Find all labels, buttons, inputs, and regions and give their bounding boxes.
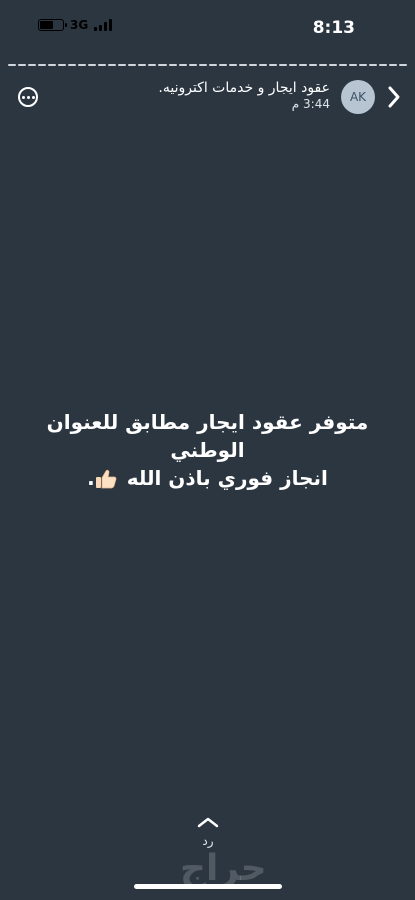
message-line-3-text: انجاز فوري باذن الله — [126, 466, 328, 490]
progress-segment — [208, 64, 217, 66]
progress-segment — [298, 64, 307, 66]
story-progress-bar — [8, 64, 408, 66]
progress-segment — [218, 64, 227, 66]
chevron-right-icon[interactable] — [385, 84, 403, 110]
progress-segment — [178, 64, 187, 66]
progress-segment — [38, 64, 47, 66]
progress-segment — [108, 64, 117, 66]
progress-segment — [228, 64, 237, 66]
progress-segment — [48, 64, 57, 66]
progress-segment — [349, 64, 358, 66]
progress-segment — [198, 64, 207, 66]
progress-segment — [248, 64, 257, 66]
progress-segment — [168, 64, 177, 66]
progress-segment — [379, 64, 388, 66]
status-time: 8:13 — [312, 18, 355, 38]
message-line-2: الوطني — [170, 438, 245, 462]
progress-segment — [148, 64, 157, 66]
progress-segment — [308, 64, 317, 66]
message-line-3-suffix: . — [87, 466, 95, 490]
story-message: متوفر عقود ايجار مطابق للعنوان الوطني ان… — [30, 408, 385, 492]
message-line-3: انجاز فوري باذن الله . — [30, 464, 385, 492]
progress-segment — [118, 64, 127, 66]
home-indicator[interactable] — [134, 884, 282, 889]
story-title: عقود ايجار و خدمات اكترونيه. — [158, 80, 330, 96]
progress-segment — [238, 64, 247, 66]
thumbs-up-icon — [95, 469, 117, 489]
progress-segment — [8, 64, 17, 66]
progress-segment — [28, 64, 37, 66]
message-line-1: متوفر عقود ايجار مطابق للعنوان — [46, 410, 369, 434]
progress-segment — [288, 64, 297, 66]
progress-segment — [158, 64, 167, 66]
progress-segment — [138, 64, 147, 66]
reply-button[interactable]: رد — [192, 834, 224, 848]
network-type: 3G — [70, 18, 89, 32]
progress-segment — [399, 64, 408, 66]
more-options-icon[interactable] — [18, 87, 38, 107]
progress-segment — [18, 64, 27, 66]
progress-segment — [389, 64, 398, 66]
progress-segment — [278, 64, 287, 66]
signal-bars-icon — [94, 19, 113, 31]
progress-segment — [359, 64, 368, 66]
avatar[interactable]: AK — [341, 80, 375, 114]
progress-segment — [329, 64, 338, 66]
progress-segment — [369, 64, 378, 66]
progress-segment — [98, 64, 107, 66]
status-bar-left: 3G — [38, 18, 113, 32]
progress-segment — [58, 64, 67, 66]
story-time: 3:44 م — [291, 97, 330, 111]
progress-segment — [68, 64, 77, 66]
progress-segment — [78, 64, 87, 66]
progress-segment — [88, 64, 97, 66]
progress-segment — [339, 64, 348, 66]
chevron-up-icon[interactable] — [196, 816, 220, 828]
progress-segment — [258, 64, 267, 66]
progress-segment — [128, 64, 137, 66]
battery-icon — [38, 19, 67, 31]
haraj-watermark: حراج — [180, 848, 267, 889]
progress-segment — [318, 64, 327, 66]
progress-segment — [268, 64, 277, 66]
progress-segment — [188, 64, 197, 66]
